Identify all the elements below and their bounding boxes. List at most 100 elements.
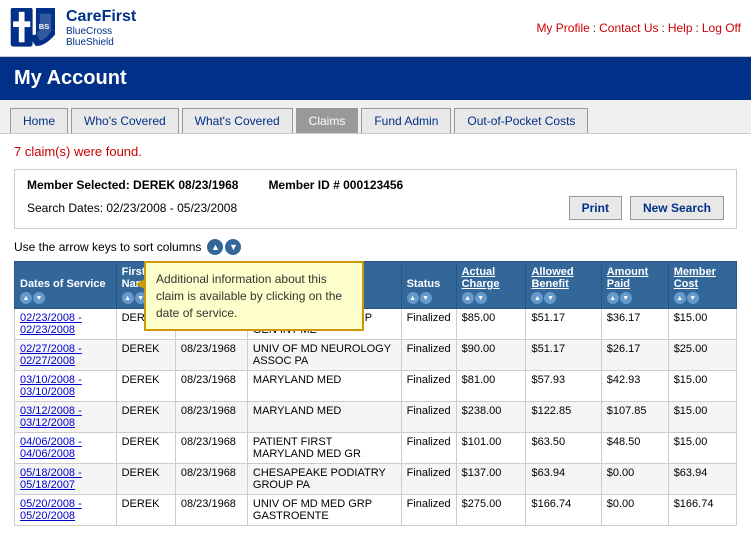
col-down-arrow-5[interactable]: ▼ (475, 292, 487, 304)
table-cell-6-4: Finalized (401, 495, 456, 526)
table-cell-5-3: CHESAPEAKE PODIATRY GROUP PA (247, 464, 401, 495)
col-up-arrow-8[interactable]: ▲ (674, 292, 686, 304)
table-cell-6-5: $275.00 (456, 495, 526, 526)
table-cell-3-4: Finalized (401, 402, 456, 433)
col-arrows-0: ▲▼ (20, 292, 111, 304)
member-info-box: Member Selected: DEREK 08/23/1968 Member… (14, 169, 737, 229)
table-cell-3-8: $15.00 (668, 402, 736, 433)
col-down-arrow-0[interactable]: ▼ (33, 292, 45, 304)
col-up-arrow-4[interactable]: ▲ (407, 292, 419, 304)
col-arrows-8: ▲▼ (674, 292, 731, 304)
date-link-3[interactable]: 03/12/2008 - 03/12/2008 (20, 405, 82, 429)
table-cell-2-8: $15.00 (668, 371, 736, 402)
table-cell-6-2: 08/23/1968 (175, 495, 247, 526)
table-cell-4-4: Finalized (401, 433, 456, 464)
table-cell-5-1: DEREK (116, 464, 175, 495)
my-profile-link[interactable]: My Profile (536, 21, 589, 35)
table-body: 02/23/2008 - 02/23/2008DEREK08/23/1968UN… (15, 309, 737, 526)
col-up-arrow-0[interactable]: ▲ (20, 292, 32, 304)
table-cell-1-8: $25.00 (668, 340, 736, 371)
table-cell-3-1: DEREK (116, 402, 175, 433)
new-search-button[interactable]: New Search (630, 196, 724, 220)
account-bar-title: My Account (14, 67, 127, 89)
search-dates: Search Dates: 02/23/2008 - 05/23/2008 (27, 201, 237, 215)
table-cell-2-3: MARYLAND MED (247, 371, 401, 402)
contact-us-link[interactable]: Contact Us (599, 21, 658, 35)
help-link[interactable]: Help (668, 21, 693, 35)
nav-tab-claims[interactable]: Claims (296, 108, 359, 133)
col-sort-link-7[interactable]: Amount Paid (607, 266, 649, 290)
table-row: 02/23/2008 - 02/23/2008DEREK08/23/1968UN… (15, 309, 737, 340)
sort-arrow-up: ▲ ▼ (207, 239, 241, 255)
col-up-arrow-6[interactable]: ▲ (531, 292, 543, 304)
table-cell-5-0: 05/18/2008 - 05/18/2007 (15, 464, 117, 495)
logo-text-area: CareFirst BlueCross BlueShield (66, 8, 136, 48)
col-arrows-4: ▲▼ (407, 292, 451, 304)
table-cell-6-8: $166.74 (668, 495, 736, 526)
table-cell-4-3: PATIENT FIRST MARYLAND MED GR (247, 433, 401, 464)
table-cell-2-4: Finalized (401, 371, 456, 402)
table-cell-0-8: $15.00 (668, 309, 736, 340)
table-cell-6-7: $0.00 (601, 495, 668, 526)
nav-tab-fund-admin[interactable]: Fund Admin (361, 108, 451, 133)
col-sort-link-6[interactable]: Allowed Benefit (531, 266, 573, 290)
date-link-1[interactable]: 02/27/2008 - 02/27/2008 (20, 343, 82, 367)
col-down-arrow-7[interactable]: ▼ (620, 292, 632, 304)
col-header-4: Status▲▼ (401, 262, 456, 309)
table-cell-6-6: $166.74 (526, 495, 601, 526)
top-navigation: My Profile : Contact Us : Help : Log Off (536, 21, 741, 35)
date-link-6[interactable]: 05/20/2008 - 05/20/2008 (20, 498, 82, 522)
table-row: 02/27/2008 - 02/27/2008DEREK08/23/1968UN… (15, 340, 737, 371)
col-down-arrow-6[interactable]: ▼ (544, 292, 556, 304)
svg-text:BS: BS (39, 22, 50, 31)
col-header-6: Allowed Benefit ▲▼ (526, 262, 601, 309)
col-sort-link-5[interactable]: Actual Charge (462, 266, 500, 290)
main-content: 7 claim(s) were found. Member Selected: … (0, 134, 751, 536)
col-header-0: Dates of Service▲▼ (15, 262, 117, 309)
page-header: BS CareFirst BlueCross BlueShield My Pro… (0, 0, 751, 57)
claims-found-text: 7 claim(s) were found. (14, 144, 737, 159)
nav-tab-what-s-covered[interactable]: What's Covered (182, 108, 293, 133)
date-link-5[interactable]: 05/18/2008 - 05/18/2007 (20, 467, 82, 491)
table-cell-2-5: $81.00 (456, 371, 526, 402)
table-row: 05/18/2008 - 05/18/2007DEREK08/23/1968CH… (15, 464, 737, 495)
col-up-arrow-7[interactable]: ▲ (607, 292, 619, 304)
date-link-4[interactable]: 04/06/2008 - 04/06/2008 (20, 436, 82, 460)
sort-up-icon[interactable]: ▲ (207, 239, 223, 255)
col-sort-link-8[interactable]: Member Cost (674, 266, 716, 290)
table-cell-2-6: $57.93 (526, 371, 601, 402)
logo-carefirst: CareFirst (66, 8, 136, 26)
col-up-arrow-5[interactable]: ▲ (462, 292, 474, 304)
tooltip: Additional information about this claim … (144, 261, 364, 331)
nav-tab-home[interactable]: Home (10, 108, 68, 133)
col-header-5: Actual Charge ▲▼ (456, 262, 526, 309)
date-link-0[interactable]: 02/23/2008 - 02/23/2008 (20, 312, 82, 336)
col-arrows-5: ▲▼ (462, 292, 521, 304)
nav-tab-who-s-covered[interactable]: Who's Covered (71, 108, 179, 133)
table-cell-2-1: DEREK (116, 371, 175, 402)
table-row: 05/20/2008 - 05/20/2008DEREK08/23/1968UN… (15, 495, 737, 526)
table-cell-1-3: UNIV OF MD NEUROLOGY ASSOC PA (247, 340, 401, 371)
table-header-row: Dates of Service▲▼First Name▲▼Date of Bi… (15, 262, 737, 309)
col-down-arrow-4[interactable]: ▼ (420, 292, 432, 304)
col-up-arrow-1[interactable]: ▲ (122, 292, 134, 304)
table-cell-2-7: $42.93 (601, 371, 668, 402)
nav-tab-out-of-pocket-costs[interactable]: Out-of-Pocket Costs (454, 108, 588, 133)
print-button[interactable]: Print (569, 196, 622, 220)
table-cell-0-4: Finalized (401, 309, 456, 340)
log-off-link[interactable]: Log Off (702, 21, 741, 35)
table-cell-5-7: $0.00 (601, 464, 668, 495)
date-link-2[interactable]: 03/10/2008 - 03/10/2008 (20, 374, 82, 398)
sort-instructions: Use the arrow keys to sort columns ▲ ▼ (14, 239, 737, 255)
col-down-arrow-8[interactable]: ▼ (687, 292, 699, 304)
table-cell-1-4: Finalized (401, 340, 456, 371)
table-cell-2-2: 08/23/1968 (175, 371, 247, 402)
table-cell-4-1: DEREK (116, 433, 175, 464)
table-cell-5-5: $137.00 (456, 464, 526, 495)
table-cell-1-5: $90.00 (456, 340, 526, 371)
account-bar: My Account (0, 57, 751, 100)
sort-down-icon[interactable]: ▼ (225, 239, 241, 255)
table-cell-4-2: 08/23/1968 (175, 433, 247, 464)
table-cell-3-6: $122.85 (526, 402, 601, 433)
table-cell-3-5: $238.00 (456, 402, 526, 433)
